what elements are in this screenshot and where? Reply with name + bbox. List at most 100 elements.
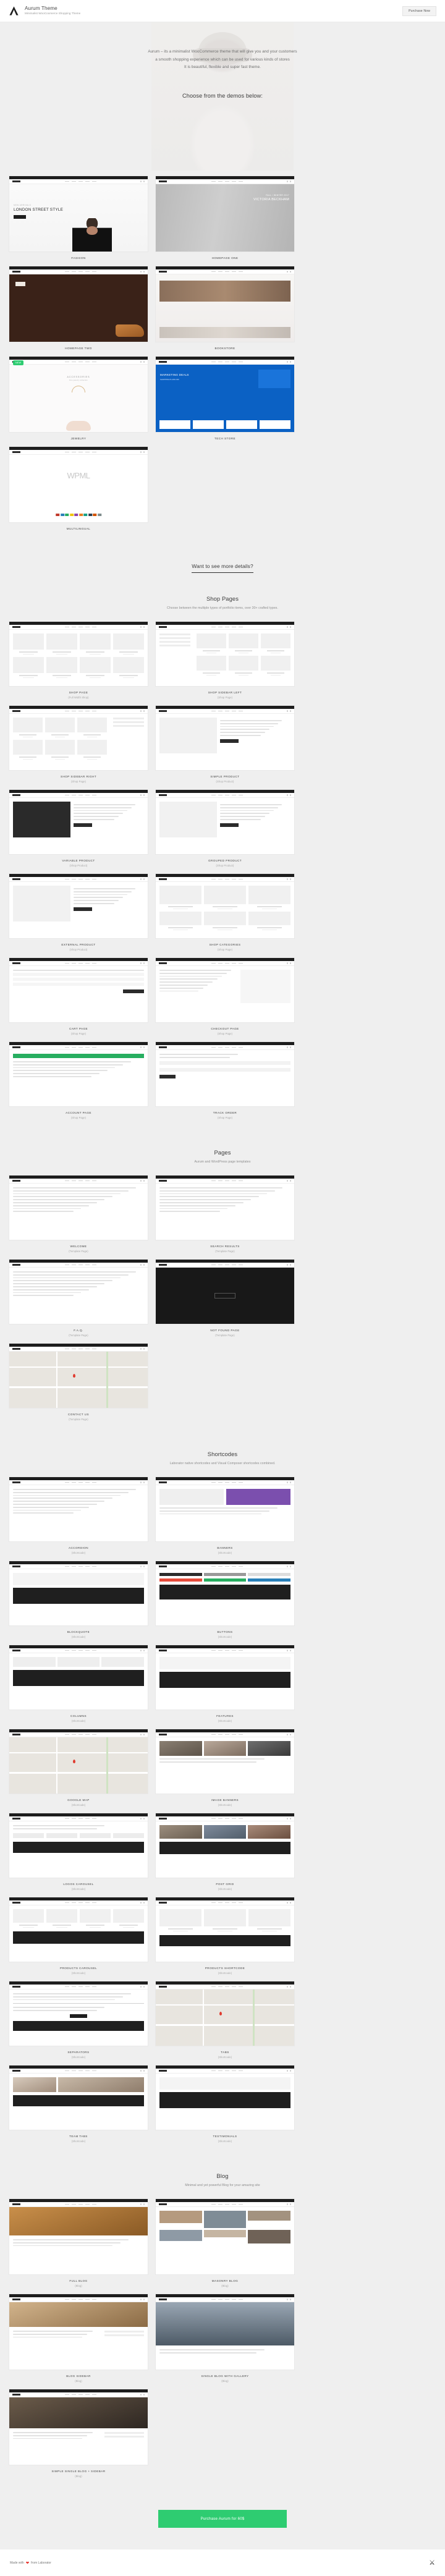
- caption-shop-2: SHOP SIDEBAR RIGHT (Shop Page): [9, 771, 148, 783]
- caption-subtitle: (Shop Product): [69, 948, 88, 951]
- blog-title: Blog: [216, 2172, 229, 2179]
- thumbnail-shop-10[interactable]: [9, 1041, 148, 1107]
- caption-title: BOOKSTORE: [214, 347, 235, 350]
- caption-title: PRODUCTS CAROUSEL: [60, 1967, 97, 1970]
- caption-title: BLOCKQUOTE: [67, 1630, 90, 1633]
- new-badge: NEW: [13, 360, 24, 365]
- thumbnail-shortcode-13[interactable]: [155, 1981, 295, 2046]
- caption-subtitle: (Shortcode): [218, 1551, 232, 1554]
- caption-subtitle: (Shortcode): [218, 2140, 232, 2143]
- card-page-0: WELCOME (Template Page): [9, 1175, 148, 1253]
- thumbnail-page-4[interactable]: [9, 1343, 148, 1409]
- caption-page-1: SEARCH RESULTS (Template Page): [155, 1240, 295, 1253]
- thumbnail-shop-0[interactable]: [9, 621, 148, 687]
- card-shortcode-15: TESTIMONIALS (Shortcode): [155, 2065, 295, 2143]
- thumbnail-blog-3[interactable]: [155, 2294, 295, 2370]
- hero-section: Aurum – its a minimalist WooCommerce the…: [0, 22, 445, 171]
- caption-subtitle: (Shop Page): [217, 1116, 233, 1119]
- thumbnail-shortcode-7[interactable]: [155, 1729, 295, 1794]
- thumbnail-shortcode-3[interactable]: [155, 1561, 295, 1626]
- caption-title: TESTIMONIALS: [213, 2135, 237, 2138]
- thumbnail-shortcode-10[interactable]: [9, 1897, 148, 1962]
- caption-blog-4: SIMPLE SINGLE BLOG + SIDEBAR (Blog): [9, 2465, 148, 2478]
- thumbnail-page-3[interactable]: [155, 1259, 295, 1324]
- caption-title: CONTACT US: [68, 1413, 89, 1416]
- thumbnail-shop-8[interactable]: [9, 957, 148, 1023]
- card-demo-2: HOMEPAGE TWO: [9, 266, 148, 350]
- caption-subtitle: (Shop Page): [217, 696, 233, 699]
- thumbnail-page-0[interactable]: [9, 1175, 148, 1240]
- thumbnail-shop-2[interactable]: [9, 705, 148, 771]
- caption-title: SHOP CATEGORIES: [209, 943, 241, 946]
- caption-shortcode-2: BLOCKQUOTE (Shortcode): [9, 1626, 148, 1638]
- caption-blog-1: MASONRY BLOG (Blog): [155, 2275, 295, 2287]
- flask-icon[interactable]: ⚔: [429, 2559, 435, 2567]
- shop-pages-title: Shop Pages: [206, 595, 239, 602]
- card-shop-11: TRACK ORDER (Shop Page): [155, 1041, 295, 1119]
- purchase-now-button[interactable]: Purchase Now: [402, 6, 436, 16]
- thumbnail-shortcode-1[interactable]: [155, 1477, 295, 1542]
- thumbnail-demo-2[interactable]: [9, 266, 148, 342]
- thumbnail-shop-9[interactable]: [155, 957, 295, 1023]
- thumbnail-demo-1[interactable]: FALL / WINTER 2017 VICTORIA BECKHAM: [155, 176, 295, 252]
- thumbnail-demo-5[interactable]: MARKETING DEALS SHOPPING PLANS OFF: [155, 356, 295, 433]
- thumbnail-shop-5[interactable]: [155, 789, 295, 855]
- caption-title: SEARCH RESULTS: [210, 1245, 240, 1248]
- more-details-section: Want to see more details?: [0, 544, 445, 579]
- thumbnail-shortcode-11[interactable]: [155, 1897, 295, 1962]
- caption-title: PRODUCTS SHORTCODE: [205, 1967, 245, 1970]
- thumbnail-page-2[interactable]: [9, 1259, 148, 1324]
- thumbnail-shop-3[interactable]: [155, 705, 295, 771]
- thumbnail-shortcode-12[interactable]: [9, 1981, 148, 2046]
- brand[interactable]: Aurum Theme Minimalist WooCoomerce Shopp…: [9, 6, 80, 16]
- caption-demo-5: TECH STORE: [155, 433, 295, 440]
- shortcodes-subtitle: Laborator native shortcodes and Visual C…: [169, 1462, 276, 1465]
- thumbnail-blog-2[interactable]: [9, 2294, 148, 2370]
- thumbnail-blog-4[interactable]: [9, 2389, 148, 2465]
- thumbnail-shortcode-9[interactable]: [155, 1813, 295, 1878]
- caption-subtitle: (Template Page): [215, 1334, 235, 1337]
- caption-shortcode-8: LOGOS CAROUSEL (Shortcode): [9, 1878, 148, 1891]
- thumbnail-shortcode-14[interactable]: [9, 2065, 148, 2130]
- shop-pages-grid: SHOP PAGE (Full Width Shop) SHOP SIDEBAR L…: [9, 621, 436, 1119]
- thumbnail-shortcode-8[interactable]: [9, 1813, 148, 1878]
- caption-blog-2: BLOG SIDEBAR (Blog): [9, 2370, 148, 2383]
- thumbnail-shop-11[interactable]: [155, 1041, 295, 1107]
- thumbnail-demo-0[interactable]: NEW ARRIVALS LONDON STREET STYLE: [9, 176, 148, 252]
- shortcodes-title: Shortcodes: [207, 1451, 238, 1457]
- caption-title: BANNERS: [217, 1546, 233, 1549]
- caption-shortcode-9: POST GRID (Shortcode): [155, 1878, 295, 1891]
- thumbnail-demo-4[interactable]: NEW ACCESSORIES Fine jewelry collection: [9, 356, 148, 433]
- caption-title: MULTILINGUAL: [66, 527, 91, 530]
- thumbnail-shortcode-15[interactable]: [155, 2065, 295, 2130]
- hero-line-3: It is beautiful, flexible and super fast…: [184, 65, 261, 70]
- thumbnail-shortcode-5[interactable]: [155, 1645, 295, 1710]
- card-shortcode-3: BUTTONS (Shortcode): [155, 1561, 295, 1638]
- thumbnail-shop-7[interactable]: [155, 873, 295, 939]
- card-shortcode-1: BANNERS (Shortcode): [155, 1477, 295, 1554]
- thumbnail-blog-0[interactable]: [9, 2198, 148, 2275]
- caption-subtitle: (Shortcode): [218, 2056, 232, 2059]
- thumbnail-shortcode-0[interactable]: [9, 1477, 148, 1542]
- thumbnail-blog-1[interactable]: [155, 2198, 295, 2275]
- thumbnail-page-1[interactable]: [155, 1175, 295, 1240]
- pages-title: Pages: [214, 1149, 231, 1156]
- thumbnail-shop-1[interactable]: [155, 621, 295, 687]
- caption-title: COLUMNS: [70, 1714, 87, 1718]
- thumbnail-shortcode-6[interactable]: [9, 1729, 148, 1794]
- caption-title: GOOGLE MAP: [67, 1799, 90, 1802]
- caption-demo-3: BOOKSTORE: [155, 342, 295, 350]
- thumbnail-shop-6[interactable]: [9, 873, 148, 939]
- purchase-aurum-button[interactable]: Purchase Aurum for 60$: [158, 2510, 287, 2528]
- card-shortcode-10: PRODUCTS CAROUSEL (Shortcode): [9, 1897, 148, 1975]
- thumbnail-shortcode-2[interactable]: [9, 1561, 148, 1626]
- thumbnail-shop-4[interactable]: [9, 789, 148, 855]
- thumbnail-demo-6[interactable]: WPML: [9, 446, 148, 523]
- thumbnail-demo-3[interactable]: [155, 266, 295, 342]
- pages-grid: WELCOME (Template Page) SEARCH RESULTS (Tem…: [9, 1175, 436, 1421]
- thumbnail-shortcode-4[interactable]: [9, 1645, 148, 1710]
- brand-title: Aurum Theme: [25, 6, 57, 12]
- caption-title: HOMEPAGE ONE: [211, 256, 239, 260]
- card-shop-2: SHOP SIDEBAR RIGHT (Shop Page): [9, 705, 148, 783]
- card-shortcode-7: IMAGE BANNERS (Shortcode): [155, 1729, 295, 1807]
